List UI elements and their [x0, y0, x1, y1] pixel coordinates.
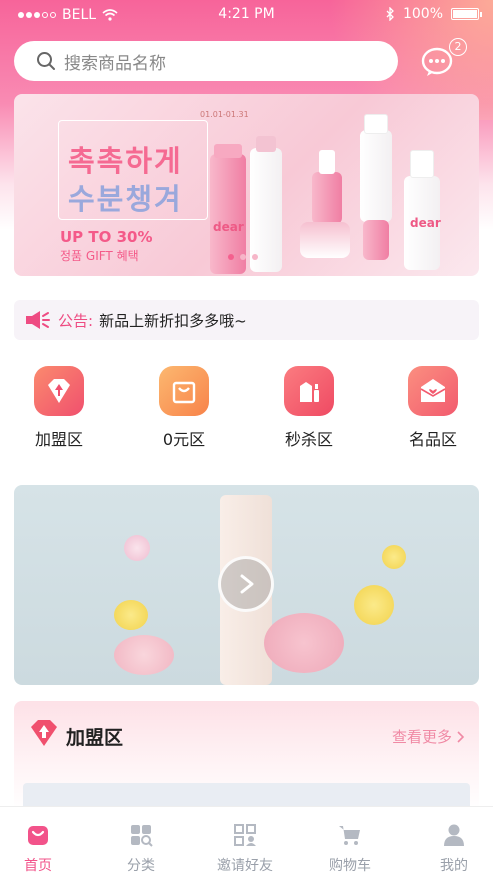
tab-home[interactable]: 首页 [0, 807, 87, 879]
tab-label: 邀请好友 [217, 858, 273, 874]
essence-bottle [363, 220, 389, 260]
pager-dot[interactable] [240, 254, 246, 260]
chat-bubble-icon [421, 47, 453, 76]
cream-jar [300, 222, 350, 258]
section-title: 加盟区 [66, 727, 124, 749]
notice-bar[interactable]: 公告: 新品上新折扣多多哦~ [14, 300, 479, 340]
banner-headline-1: 촉촉하게 [68, 144, 183, 178]
flower-decoration [124, 535, 150, 561]
toner-cap [214, 144, 242, 158]
search-icon [37, 52, 55, 70]
category-brand[interactable]: 名品区 [383, 366, 483, 450]
banner-promo-sub: 정품 GIFT 혜택 [60, 249, 139, 263]
bottle-brand-label-2: dear [410, 216, 441, 230]
flower-decoration [382, 545, 406, 569]
banner-headline-2: 수분챙겨 [68, 182, 183, 216]
category-label: 加盟区 [34, 430, 83, 449]
category-flash-sale[interactable]: 秒杀区 [259, 366, 359, 450]
flower-decoration [354, 585, 394, 625]
flower-decoration [264, 613, 344, 673]
category-label: 秒杀区 [284, 430, 333, 449]
play-button[interactable] [218, 556, 274, 612]
category-grid-icon [131, 825, 153, 847]
search-placeholder: 搜索商品名称 [64, 53, 166, 74]
chevron-right-icon [457, 731, 464, 743]
category-grid: 加盟区 0元区 秒杀区 名品区 [0, 366, 493, 456]
cosmetics-icon [284, 366, 334, 416]
view-more-label: 查看更多 [392, 728, 453, 746]
tab-label: 分类 [127, 858, 155, 874]
qr-code-icon [234, 824, 256, 846]
pager-dot[interactable] [252, 254, 258, 260]
serum-bottle [312, 172, 342, 224]
category-label: 0元区 [162, 430, 206, 449]
tab-label: 购物车 [329, 858, 371, 874]
search-input[interactable]: 搜索商品名称 [14, 41, 398, 81]
home-bag-icon [28, 826, 48, 845]
battery-icon [451, 8, 482, 20]
flower-decoration [114, 635, 174, 675]
diamond-arrow-icon [31, 720, 57, 746]
user-icon [444, 824, 464, 846]
message-badge: 2 [449, 38, 467, 56]
notice-text: 新品上新折扣多多哦~ [99, 311, 247, 330]
bluetooth-icon [386, 7, 394, 21]
status-bar: BELL 4:21 PM 100% [0, 0, 493, 30]
message-button[interactable] [421, 47, 453, 77]
banner-pager [228, 254, 258, 260]
lotion-cap [256, 136, 276, 152]
tab-label: 我的 [440, 858, 468, 874]
tab-invite[interactable]: 邀请好友 [196, 807, 294, 879]
banner-promo: UP TO 30% [60, 228, 153, 246]
notice-label: 公告: [58, 311, 94, 330]
battery-percent: 100% [402, 6, 443, 22]
emulsion-cap [410, 150, 434, 178]
bottom-tab-bar: 首页 分类 邀请好友 购物车 我的 [0, 806, 493, 879]
view-more-link[interactable]: 查看更多 [392, 726, 465, 747]
bottle-brand-label: dear [213, 220, 244, 234]
tab-profile[interactable]: 我的 [405, 807, 493, 879]
banner-date: 01.01-01.31 [200, 110, 249, 119]
envelope-heart-icon [408, 366, 458, 416]
diamond-arrow-icon [34, 366, 84, 416]
play-icon [240, 574, 254, 594]
serum-cap [319, 150, 335, 174]
status-right: 100% [385, 6, 482, 22]
cart-icon [339, 826, 360, 845]
cleanser-cap [364, 114, 388, 134]
category-label: 名品区 [408, 430, 457, 449]
category-free[interactable]: 0元区 [134, 366, 234, 450]
flower-decoration [114, 600, 148, 630]
pager-dot[interactable] [228, 254, 234, 260]
shopping-bag-icon [159, 366, 209, 416]
category-jiameng[interactable]: 加盟区 [9, 366, 109, 450]
cleanser-bottle [360, 130, 392, 222]
tab-label: 首页 [24, 858, 52, 874]
tab-category[interactable]: 分类 [92, 807, 190, 879]
megaphone-icon [26, 311, 50, 329]
tab-cart[interactable]: 购物车 [301, 807, 399, 879]
